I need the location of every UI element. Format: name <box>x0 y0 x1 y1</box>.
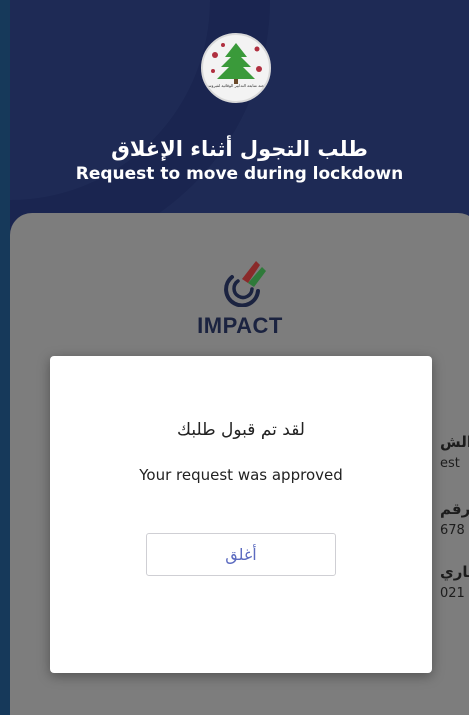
close-button[interactable]: أغلق <box>146 533 336 576</box>
app-screen: لجنة متابعة التدابير الوقائية لفيروس طلب… <box>0 0 469 715</box>
window-edge <box>0 0 10 715</box>
approval-dialog: لقد تم قبول طلبك Your request was approv… <box>50 356 432 673</box>
field-label: الش <box>440 433 469 451</box>
dialog-message-arabic: لقد تم قبول طلبك <box>177 420 305 440</box>
brand-name: IMPACT <box>197 313 283 338</box>
field-value: 678 <box>440 523 465 538</box>
field-label: تاري <box>440 563 469 581</box>
field-label: رقم <box>440 500 469 518</box>
lebanon-cedar-icon: لجنة متابعة التدابير الوقائية لفيروس <box>201 33 271 103</box>
field-value: 021 <box>440 586 465 601</box>
logo-caption: لجنة متابعة التدابير الوقائية لفيروس <box>206 83 266 88</box>
field-1: الش est <box>440 433 469 471</box>
field-2: رقم 678 <box>440 500 469 538</box>
page-title-arabic: طلب التجول أثناء الإغلاق <box>111 137 368 161</box>
field-3: تاري 021 <box>440 563 469 601</box>
page-title-english: Request to move during lockdown <box>75 164 404 184</box>
field-value: est <box>440 456 460 471</box>
impact-logo-icon <box>224 261 266 307</box>
dialog-message-english: Your request was approved <box>139 466 343 484</box>
